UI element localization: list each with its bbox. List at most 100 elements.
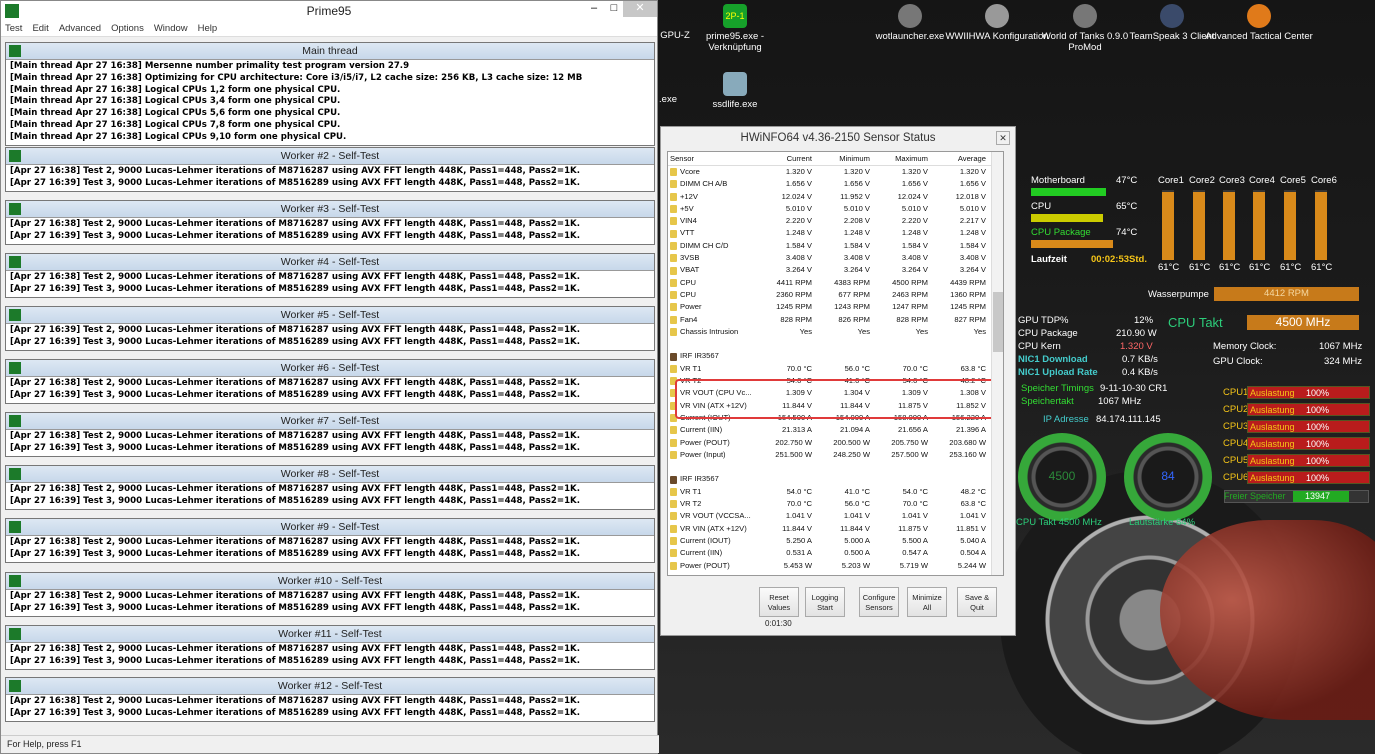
cpu-load-bar: Auslastung 100% [1247, 454, 1370, 467]
desktop-icon-atc[interactable]: Advanced Tactical Center [1204, 4, 1314, 42]
table-row[interactable]: IRF IR3567 [668, 350, 1003, 362]
sensor-value: 2.208 V [843, 216, 870, 226]
table-row[interactable]: Current (IIN) 0.531 A 0.500 A 0.547 A 0.504 … [668, 547, 1003, 559]
table-row[interactable]: Current (IOUT) 5.250 A 5.000 A 5.500 A 5.040… [668, 535, 1003, 547]
sensor-value: 1.041 V [785, 511, 812, 521]
worker-window[interactable]: Worker #11 - Self-Test [Apr 27 16:38] Tes… [5, 625, 655, 670]
log-line: [Apr 27 16:39] Test 3, 9000 Lucas-Lehmer… [10, 602, 580, 613]
save-quit-button[interactable]: Save & Quit [957, 587, 997, 617]
table-row[interactable]: Power (Input) 251.500 W 248.250 W 257.500 W… [668, 449, 1003, 461]
table-row[interactable]: VTT 1.248 V 1.248 V 1.248 V 1.248 V [668, 227, 1003, 239]
cpu-clock-value: 4500 MHz [1247, 315, 1359, 330]
table-row[interactable]: DIMM CH C/D 1.584 V 1.584 V 1.584 V 1.584 V [668, 240, 1003, 252]
desktop-icon-ssdlife[interactable]: ssdlife.exe [680, 72, 790, 110]
main-thread-window[interactable]: Main thread [Main thread Apr 27 16:38] M… [5, 42, 655, 146]
worker-window[interactable]: Worker #10 - Self-Test [Apr 27 16:38] Tes… [5, 572, 655, 617]
table-row[interactable]: VR T1 70.0 °C 56.0 °C 70.0 °C 63.8 °C [668, 363, 1003, 375]
mdi-titlebar: Worker #9 - Self-Test [6, 519, 654, 536]
sensor-value: 828 RPM [780, 314, 812, 324]
sensor-value: 70.0 °C [786, 363, 812, 373]
worker-window[interactable]: Worker #4 - Self-Test [Apr 27 16:38] Test… [5, 253, 655, 298]
column-header[interactable]: Minimum [814, 152, 872, 165]
table-row[interactable]: DIMM CH A/B 1.656 V 1.656 V 1.656 V 1.656 V [668, 178, 1003, 190]
mdi-title: Worker #3 - Self-Test [280, 203, 380, 215]
gpu-tdp-label: GPU TDP% [1018, 315, 1069, 326]
table-row[interactable]: VIN4 2.220 V 2.208 V 2.220 V 2.217 V [668, 215, 1003, 227]
worker-window[interactable]: Worker #5 - Self-Test [Apr 27 16:39] Test… [5, 306, 655, 351]
reset-values-button[interactable]: Reset Values [759, 587, 799, 617]
logging-start-button[interactable]: Logging Start [805, 587, 845, 617]
core-temp-bar [1223, 190, 1235, 260]
core-temp-bar [1162, 190, 1174, 260]
vertical-scrollbar[interactable] [991, 152, 1003, 575]
close-button[interactable]: ✕ [996, 131, 1010, 145]
sensor-value: 1245 RPM [776, 302, 812, 312]
table-row[interactable]: Fan4 828 RPM 826 RPM 828 RPM 827 RPM [668, 314, 1003, 326]
menu-test[interactable]: Test [5, 23, 22, 34]
desktop-icon-prime95[interactable]: 2P-1 prime95.exe - Verknüpfung [680, 4, 790, 53]
sensor-icon [670, 364, 677, 373]
sensor-value: Yes [915, 326, 928, 336]
menu-edit[interactable]: Edit [32, 23, 48, 34]
close-button[interactable]: ✕ [623, 1, 657, 17]
log-text: [Main thread Apr 27 16:38] Mersenne numb… [6, 60, 654, 145]
sensor-value: 56.0 °C [844, 363, 870, 373]
table-row[interactable]: Power (POUT) 5.453 W 5.203 W 5.719 W 5.244 W [668, 560, 1003, 572]
core-temp-bar [1193, 190, 1205, 260]
table-row[interactable]: 3VSB 3.408 V 3.408 V 3.408 V 3.408 V [668, 252, 1003, 264]
worker-window[interactable]: Worker #12 - Self-Test [Apr 27 16:38] Tes… [5, 677, 655, 722]
table-row[interactable] [668, 338, 1003, 350]
sensor-value [872, 350, 930, 362]
worker-window[interactable]: Worker #6 - Self-Test [Apr 27 16:38] Test… [5, 359, 655, 404]
core-label: Core2 [1189, 175, 1215, 186]
configure-sensors-button[interactable]: Configure Sensors [859, 587, 899, 617]
sensor-value: 1.656 V [959, 179, 986, 189]
mdi-titlebar: Worker #7 - Self-Test [6, 413, 654, 430]
table-row[interactable]: VR T2 70.0 °C 56.0 °C 70.0 °C 63.8 °C [668, 498, 1003, 510]
table-row[interactable]: IRF IR3567 [668, 473, 1003, 485]
helmet-icon [985, 4, 1009, 28]
table-row[interactable]: Power 1245 RPM 1243 RPM 1247 RPM 1245 RPM [668, 301, 1003, 313]
table-row[interactable]: VR VIN (ATX +12V) 11.844 V 11.844 V 11.875 … [668, 523, 1003, 535]
memory-speed: 1067 MHz [1098, 396, 1142, 407]
table-row[interactable]: Vcore 1.320 V 1.320 V 1.320 V 1.320 V [668, 166, 1003, 178]
menu-advanced[interactable]: Advanced [59, 23, 101, 34]
table-row[interactable]: VR VOUT (VCCSA... 1.041 V 1.041 V 1.041 V 1.… [668, 510, 1003, 522]
table-row[interactable]: +12V 12.024 V 11.952 V 12.024 V 12.018 V [668, 191, 1003, 203]
worker-window[interactable]: Worker #2 - Self-Test [Apr 27 16:38] Test… [5, 147, 655, 192]
column-header[interactable]: Maximum [872, 152, 930, 165]
scroll-thumb[interactable] [993, 292, 1003, 352]
cpu-package-power-label: CPU Package [1018, 328, 1078, 339]
sensor-value: 12.024 V [781, 191, 812, 201]
table-row[interactable]: CPU 2360 RPM 677 RPM 2463 RPM 1360 RPM [668, 289, 1003, 301]
table-row[interactable]: +5V 5.010 V 5.010 V 5.010 V 5.010 V [668, 203, 1003, 215]
table-row[interactable]: VR T1 54.0 °C 41.0 °C 54.0 °C 48.2 °C [668, 486, 1003, 498]
table-row[interactable]: Chassis Intrusion Yes Yes Yes Yes [668, 326, 1003, 338]
menu-help[interactable]: Help [198, 23, 218, 34]
worker-window[interactable]: Worker #9 - Self-Test [Apr 27 16:38] Test… [5, 518, 655, 563]
column-header[interactable]: Average [930, 152, 988, 165]
table-row[interactable]: CPU 4411 RPM 4383 RPM 4500 RPM 4439 RPM [668, 277, 1003, 289]
menu-window[interactable]: Window [154, 23, 188, 34]
menu-options[interactable]: Options [111, 23, 144, 34]
minimize-button[interactable]: – [586, 1, 602, 17]
sensor-value: 0.500 A [844, 548, 870, 558]
worker-window[interactable]: Worker #3 - Self-Test [Apr 27 16:38] Test… [5, 200, 655, 245]
sensor-name: +12V [668, 191, 756, 203]
table-row[interactable]: Power (POUT) 202.750 W 200.500 W 205.750 W 2… [668, 437, 1003, 449]
sensor-table[interactable]: Sensor Current Minimum Maximum Average V… [667, 151, 1004, 576]
column-header[interactable]: Sensor [668, 152, 756, 165]
table-row[interactable]: VBAT 3.264 V 3.264 V 3.264 V 3.264 V [668, 264, 1003, 276]
mdi-titlebar: Worker #12 - Self-Test [6, 678, 654, 695]
table-row[interactable]: Current (IIN) 21.313 A 21.094 A 21.656 A 21.… [668, 424, 1003, 436]
column-header[interactable]: Current [756, 152, 814, 165]
table-row[interactable] [668, 461, 1003, 473]
sensor-icon [670, 254, 677, 263]
maximize-button[interactable]: □ [606, 1, 622, 17]
sensor-icon [670, 352, 677, 361]
worker-window[interactable]: Worker #7 - Self-Test [Apr 27 16:38] Test… [5, 412, 655, 457]
sensor-name: CPU [668, 277, 756, 289]
mdi-title: Worker #7 - Self-Test [280, 415, 380, 427]
minimize-all-button[interactable]: Minimize All [907, 587, 947, 617]
worker-window[interactable]: Worker #8 - Self-Test [Apr 27 16:38] Test… [5, 465, 655, 510]
